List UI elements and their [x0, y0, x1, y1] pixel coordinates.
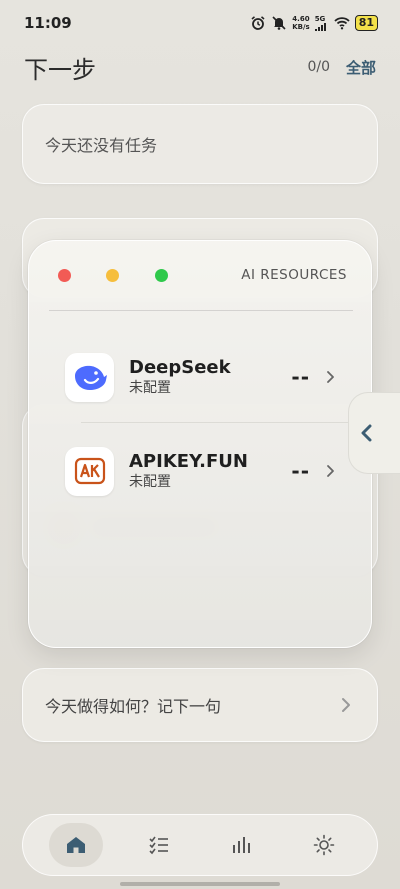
- task-counter: 0/0: [307, 59, 330, 75]
- resource-status: 未配置: [129, 380, 171, 396]
- page-title: 下一步: [24, 55, 96, 84]
- panel-title: AI RESOURCES: [241, 267, 347, 283]
- signal-icon: [314, 23, 326, 31]
- resource-status: 未配置: [129, 474, 171, 490]
- maximize-window-dot[interactable]: [155, 269, 168, 282]
- journal-prompt-card[interactable]: 今天做得如何？记下一句: [22, 668, 378, 742]
- resource-row-apikey-fun[interactable]: APIKEY.FUN 未配置 --: [65, 443, 335, 499]
- row-divider: [81, 422, 353, 423]
- net-speed: 4.60 KB/s: [292, 15, 310, 31]
- resource-name: APIKEY.FUN: [129, 451, 248, 472]
- page-header: 下一步 0/0 全部: [24, 50, 376, 84]
- status-time: 11:09: [24, 14, 72, 32]
- wifi-icon: [334, 17, 350, 30]
- chevron-left-icon: [361, 424, 372, 442]
- panel-divider: [49, 310, 353, 311]
- resource-info: DeepSeek 未配置: [129, 357, 291, 397]
- sun-icon: [313, 834, 335, 856]
- close-window-dot[interactable]: [58, 269, 71, 282]
- empty-task-text: 今天还没有任务: [45, 136, 158, 155]
- ai-resources-panel: AI RESOURCES DeepSeek 未配置 -- APIKEY.FUN …: [28, 240, 372, 648]
- chevron-right-icon: [327, 465, 334, 477]
- minimize-window-dot[interactable]: [106, 269, 119, 282]
- journal-prompt-text: 今天做得如何？记下一句: [45, 697, 222, 716]
- bar-chart-icon: [233, 837, 251, 853]
- home-icon: [67, 837, 86, 853]
- network-type: 5G: [314, 15, 326, 23]
- bottom-tab-bar: [22, 814, 378, 876]
- tab-home[interactable]: [49, 823, 104, 867]
- status-icons: 4.60 KB/s 5G 81: [250, 15, 378, 31]
- tab-settings[interactable]: [297, 823, 351, 867]
- resource-name: DeepSeek: [129, 357, 231, 378]
- tab-statistics[interactable]: [214, 823, 268, 867]
- resource-value: --: [291, 365, 310, 389]
- home-indicator: [120, 882, 280, 886]
- tab-checklist[interactable]: [132, 823, 186, 867]
- panel-collapse-handle[interactable]: [348, 392, 400, 474]
- header-actions: 0/0 全部: [307, 57, 376, 78]
- bell-muted-icon: [272, 16, 286, 30]
- alarm-icon: [251, 16, 265, 30]
- checklist-icon: [149, 836, 168, 855]
- deepseek-whale-icon: [65, 352, 114, 402]
- status-bar: 11:09 4.60 KB/s 5G 81: [0, 0, 400, 46]
- resource-row-deepseek[interactable]: DeepSeek 未配置 --: [65, 349, 335, 405]
- resource-info: APIKEY.FUN 未配置: [129, 451, 291, 491]
- chevron-right-icon: [342, 698, 350, 712]
- battery-indicator: 81: [354, 15, 378, 31]
- resource-value: --: [291, 459, 310, 483]
- apikey-ak-icon: [65, 446, 114, 496]
- chevron-right-icon: [327, 371, 334, 383]
- task-empty-card[interactable]: 今天还没有任务: [22, 104, 378, 184]
- filter-all-button[interactable]: 全部: [346, 57, 376, 78]
